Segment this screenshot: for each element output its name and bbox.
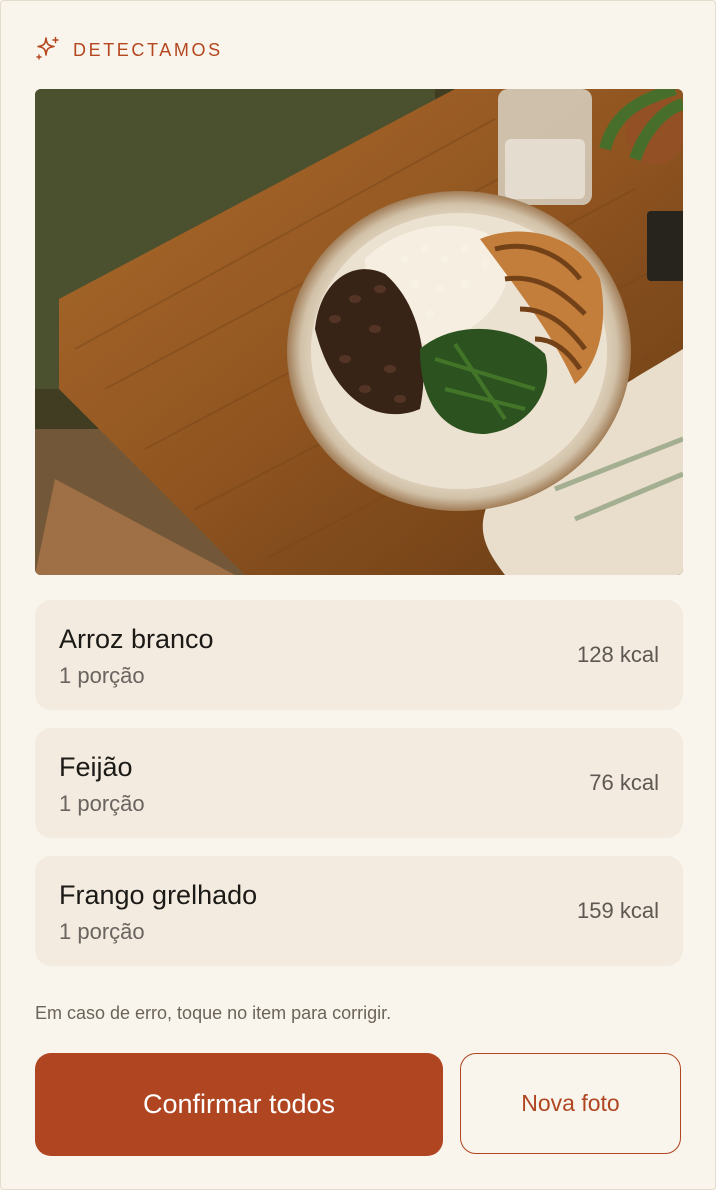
food-item-kcal: 159 kcal [577, 898, 659, 923]
food-item-kcal: 128 kcal [577, 642, 659, 667]
food-item-arroz-branco[interactable]: Arroz branco 1 porção 128 kcal [35, 600, 683, 710]
sparkle-icon [35, 35, 61, 66]
food-item-portion: 1 porção [59, 663, 145, 688]
detection-title: DETECTAMOS [73, 39, 223, 60]
new-photo-button[interactable]: Nova foto [460, 1053, 681, 1154]
food-item-name: Feijão [59, 752, 133, 782]
food-photo [35, 89, 683, 575]
food-item-portion: 1 porção [59, 791, 145, 816]
food-item-name: Arroz branco [59, 624, 214, 654]
food-item-frango-grelhado[interactable]: Frango grelhado 1 porção 159 kcal [35, 856, 683, 966]
detection-panel: DETECTAMOS Arroz branco 1 porção 128 kca… [0, 0, 716, 1190]
confirm-all-button[interactable]: Confirmar todos [35, 1053, 443, 1156]
correction-hint: Em caso de erro, toque no item para corr… [35, 1003, 392, 1023]
food-item-kcal: 76 kcal [589, 770, 659, 795]
food-item-portion: 1 porção [59, 919, 145, 944]
detection-header: DETECTAMOS [35, 35, 223, 66]
food-item-name: Frango grelhado [59, 880, 258, 910]
food-item-feijao[interactable]: Feijão 1 porção 76 kcal [35, 728, 683, 838]
